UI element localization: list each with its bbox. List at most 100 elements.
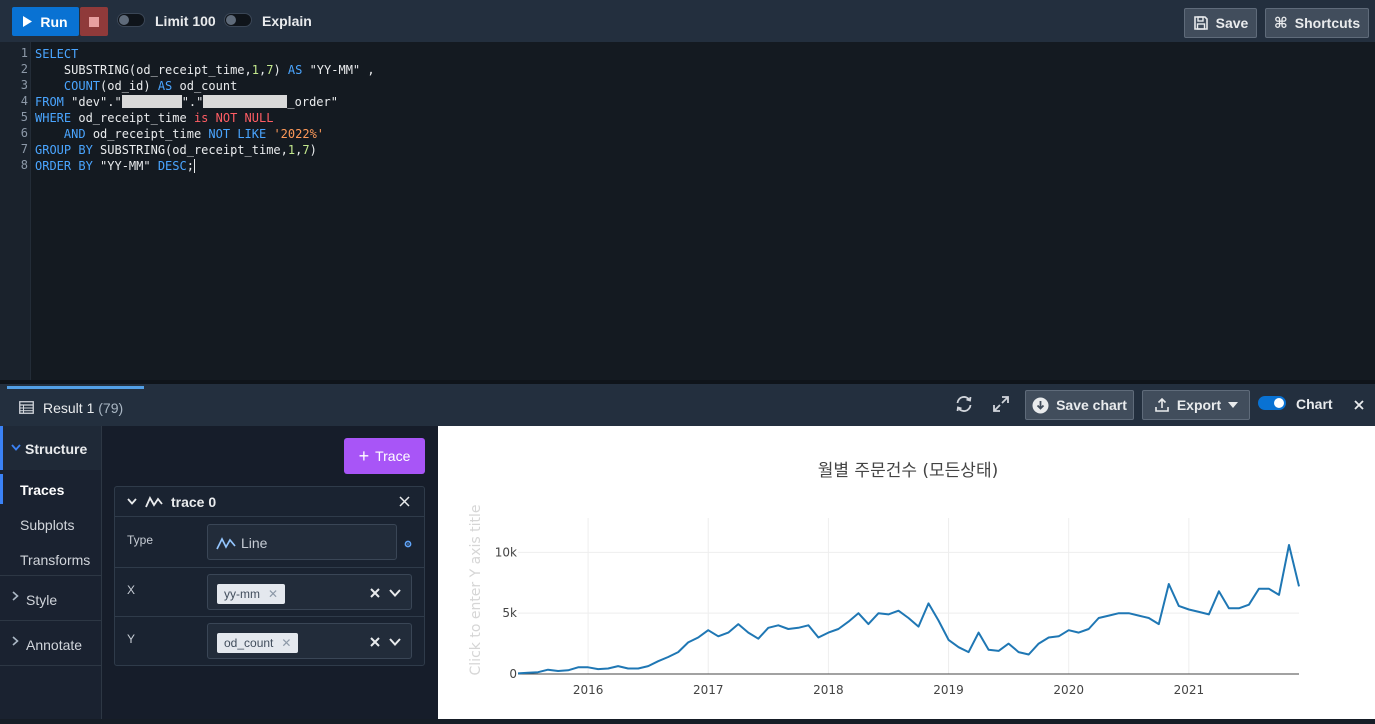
- chart-series: [517, 544, 1300, 675]
- stop-icon: [89, 16, 99, 27]
- y-axis-title-placeholder[interactable]: Click to enter Y axis title: [468, 505, 484, 676]
- code-token: ): [309, 143, 317, 157]
- run-button-label: Run: [40, 13, 68, 30]
- line-number: 1: [20, 46, 28, 60]
- trace-panel: + Trace trace 0 Type Line X yy-mm ✕ Y od…: [102, 426, 438, 719]
- result-tab-label: Result 1: [43, 399, 95, 416]
- close-icon[interactable]: [399, 496, 410, 507]
- code-token: ;: [186, 159, 194, 173]
- code-token: 7: [302, 143, 310, 157]
- result-toolbar: Result 1 (79) Save chart Export Chart: [0, 380, 1375, 426]
- line-number: 8: [20, 158, 28, 172]
- code-token: SELECT: [35, 47, 79, 61]
- nav-divider: [0, 620, 101, 621]
- code-token: od_count: [172, 79, 238, 93]
- code-token: '2022%': [273, 127, 325, 141]
- remove-chip-icon[interactable]: ✕: [268, 587, 278, 601]
- code-token: _order": [287, 95, 338, 109]
- chart-toggle-label: Chart: [1296, 396, 1333, 412]
- x-tick-label: 2016: [573, 683, 604, 697]
- remove-chip-icon[interactable]: ✕: [281, 636, 291, 650]
- sql-editor[interactable]: 1 2 3 4 5 6 7 8 SELECT SUBSTRING(od_receipt_tim…: [0, 42, 1375, 380]
- chevron-down-icon[interactable]: [389, 638, 401, 646]
- code-token: ORDER BY: [35, 159, 93, 173]
- close-icon: [1354, 400, 1364, 410]
- trace-type-select[interactable]: Line: [207, 524, 397, 560]
- trace-type-value: Line: [241, 535, 268, 551]
- y-label: Y: [127, 632, 136, 646]
- code-token: SUBSTRING(od_receipt_time,: [35, 63, 252, 77]
- code-line: GROUP BY SUBSTRING(od_receipt_time,1,7): [35, 142, 317, 158]
- nav-section-annotate[interactable]: Annotate: [0, 637, 101, 653]
- code-token: COUNT: [63, 79, 101, 93]
- code-token: DESC: [157, 159, 187, 173]
- trace-header[interactable]: trace 0: [115, 487, 424, 517]
- y-tick-label: 5k: [502, 606, 517, 620]
- nav-item-traces[interactable]: Traces: [0, 482, 101, 498]
- text-cursor: [193, 159, 195, 173]
- nav-item-transforms[interactable]: Transforms: [0, 552, 101, 568]
- code-line: FROM "dev"." "." _order": [35, 94, 338, 110]
- save-chart-button[interactable]: Save chart: [1025, 390, 1134, 420]
- export-button[interactable]: Export: [1142, 390, 1250, 420]
- code-token: (od_id): [100, 79, 158, 93]
- explain-label: Explain: [262, 13, 312, 29]
- trace-name: trace 0: [171, 493, 217, 510]
- expand-icon: [993, 396, 1009, 412]
- y-column-select[interactable]: od_count ✕: [207, 623, 412, 659]
- code-token: ".": [181, 95, 204, 109]
- result-tab[interactable]: Result 1 (79): [7, 386, 144, 426]
- nav-section-structure[interactable]: Structure: [0, 426, 101, 470]
- chart-toggle[interactable]: [1258, 396, 1286, 410]
- code-line: COUNT(od_id) AS od_count: [35, 78, 237, 94]
- code-token: 1: [251, 63, 259, 77]
- gear-icon[interactable]: [404, 540, 412, 548]
- code-token: od_receipt_time: [85, 127, 209, 141]
- code-token: od_receipt_time: [71, 111, 194, 125]
- x-column-select[interactable]: yy-mm ✕: [207, 574, 412, 610]
- add-trace-button[interactable]: + Trace: [344, 438, 425, 474]
- x-label: X: [127, 583, 136, 597]
- code-token: "YY-MM": [92, 159, 158, 173]
- series-line[interactable]: [517, 544, 1300, 675]
- floppy-disk-icon: [1193, 16, 1208, 30]
- clear-icon[interactable]: [370, 637, 380, 647]
- code-token: NOT LIKE: [208, 127, 267, 141]
- code-token: FROM: [35, 95, 64, 109]
- limit-toggle[interactable]: [117, 13, 145, 27]
- y-tick-label: 0: [509, 667, 517, 681]
- x-column-chip: yy-mm ✕: [217, 584, 286, 604]
- refresh-icon: [956, 396, 972, 412]
- code-token: AS: [287, 63, 303, 77]
- chart-title[interactable]: 월별 주문건수 (모든상태): [818, 461, 998, 481]
- chevron-down-icon: [127, 498, 137, 505]
- code-line: ORDER BY "YY-MM" DESC;: [35, 158, 195, 174]
- line-chart[interactable]: 월별 주문건수 (모든상태) Click to enter Y axis tit…: [438, 426, 1375, 719]
- play-icon: [23, 16, 33, 27]
- explain-toggle[interactable]: [224, 13, 252, 27]
- run-button[interactable]: Run: [12, 7, 79, 36]
- code-token: "dev".": [63, 95, 122, 109]
- redacted-text: [203, 95, 288, 108]
- fullscreen-button[interactable]: [990, 393, 1012, 415]
- refresh-button[interactable]: [953, 393, 975, 415]
- nav-section-style[interactable]: Style: [0, 592, 101, 608]
- trace-x-row: X yy-mm ✕: [115, 568, 424, 617]
- x-tick-label: 2020: [1053, 683, 1084, 697]
- limit-label: Limit 100: [155, 13, 216, 29]
- line-chart-icon: [216, 537, 236, 550]
- nav-item-subplots[interactable]: Subplots: [0, 517, 101, 533]
- download-circle-icon: [1032, 397, 1049, 413]
- y-column-value: od_count: [224, 636, 274, 650]
- code-line: SELECT: [35, 46, 78, 62]
- stop-button[interactable]: [80, 7, 108, 36]
- table-icon: [19, 401, 34, 414]
- chevron-down-icon[interactable]: [389, 589, 401, 597]
- save-button[interactable]: Save: [1184, 8, 1257, 38]
- close-results-button[interactable]: [1348, 394, 1370, 416]
- clear-icon[interactable]: [370, 588, 380, 598]
- shortcuts-button[interactable]: ⌘ Shortcuts: [1265, 8, 1369, 38]
- code-token: AND: [63, 127, 86, 141]
- line-number: 6: [20, 126, 28, 140]
